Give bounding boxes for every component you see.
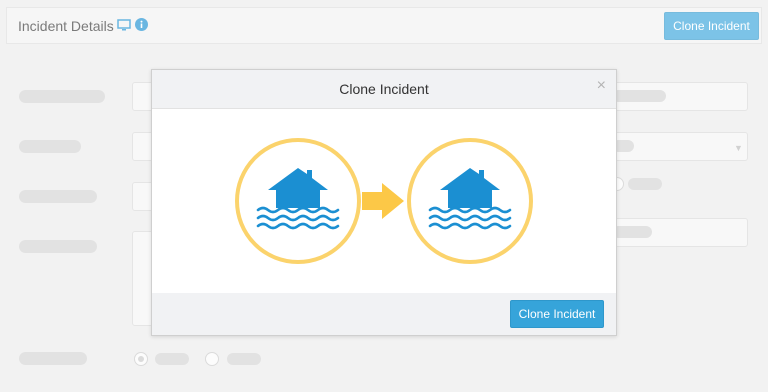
source-incident-circle: [235, 138, 361, 264]
clone-incident-modal: Clone Incident × Clone Incident: [151, 69, 617, 336]
arrow-right-icon: [362, 183, 404, 219]
clone-illustration: [235, 138, 533, 264]
modal-title: Clone Incident: [339, 81, 429, 97]
close-icon[interactable]: ×: [597, 77, 606, 95]
modal-body: [152, 109, 616, 293]
modal-footer: Clone Incident: [152, 293, 616, 335]
cloned-incident-circle: [407, 138, 533, 264]
modal-header: Clone Incident ×: [152, 70, 616, 109]
clone-incident-confirm-button[interactable]: Clone Incident: [510, 300, 604, 328]
